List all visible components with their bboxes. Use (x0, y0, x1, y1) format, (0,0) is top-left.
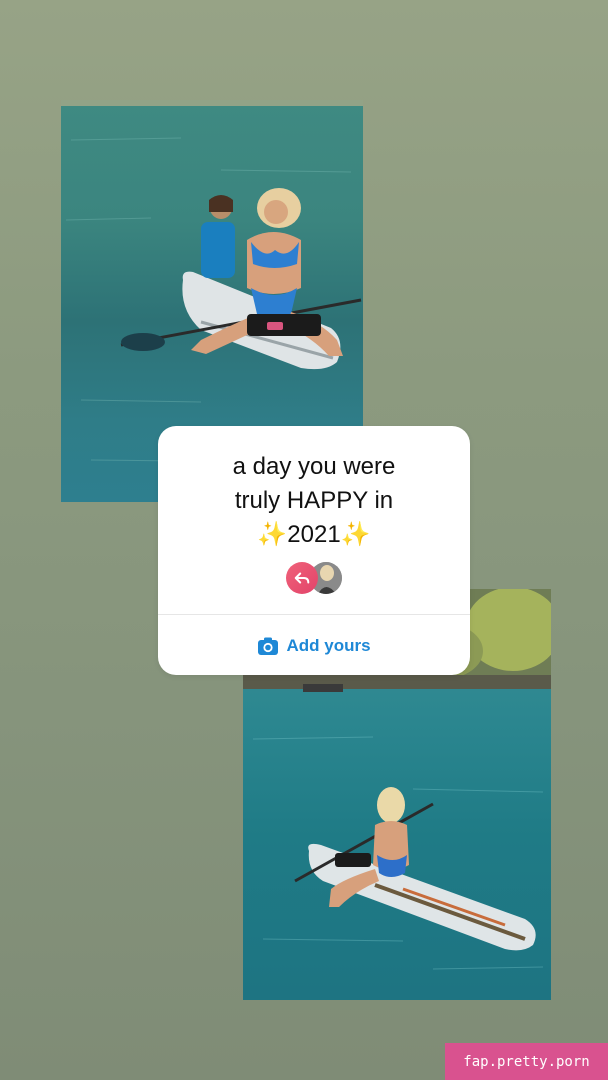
prompt-line-1: a day you were (232, 453, 396, 480)
add-yours-label: Add yours (286, 636, 371, 655)
watermark-label: fap.pretty.porn (445, 1043, 608, 1080)
add-yours-button[interactable]: Add yours (158, 628, 470, 664)
sticker-prompt: a day you were truly HAPPY in ✨2021✨ (158, 450, 470, 552)
camera-icon (257, 636, 279, 656)
add-yours-sticker[interactable]: a day you were truly HAPPY in ✨2021✨ Add… (158, 426, 470, 675)
divider (158, 614, 470, 615)
prompt-line-3: ✨2021✨ (257, 521, 371, 548)
reply-arrow-icon (286, 562, 318, 594)
prompt-line-2: truly HAPPY in (234, 487, 394, 514)
participants-avatars[interactable] (286, 562, 346, 594)
